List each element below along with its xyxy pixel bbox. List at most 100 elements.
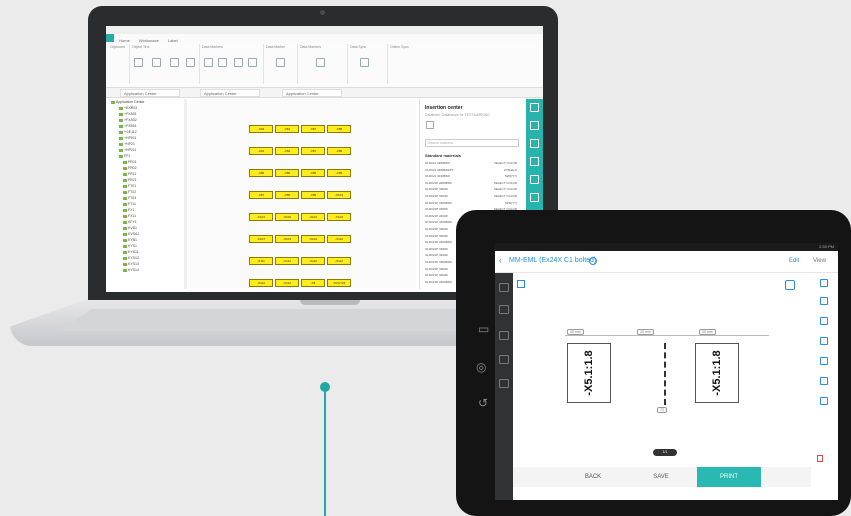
ribbon-tool-icon[interactable] xyxy=(170,58,179,67)
marker-label[interactable]: -X102 xyxy=(301,213,325,221)
marker-label[interactable]: -X112 xyxy=(301,257,325,265)
folder-icon xyxy=(123,190,127,194)
terminal-label[interactable]: -X5.1:1.8 xyxy=(695,343,739,403)
action-icon[interactable] xyxy=(820,279,828,287)
action-icon[interactable] xyxy=(820,357,828,365)
folder-icon xyxy=(123,250,127,254)
marker-label[interactable]: -X102 xyxy=(301,235,325,243)
ribbon-tool-icon[interactable] xyxy=(218,58,227,67)
marker-label[interactable]: -X81 xyxy=(275,125,299,133)
share-icon[interactable] xyxy=(785,280,795,290)
ribbon-group: Data Markers xyxy=(200,44,264,84)
marker-label[interactable]: -X112 xyxy=(275,279,299,287)
material-row[interactable]: OLR021 3490BSD SZI0(YT) xyxy=(425,174,519,180)
marker-label[interactable]: -X8 xyxy=(301,279,325,287)
marker-label[interactable]: -X112 xyxy=(327,257,351,265)
edit-mode-button[interactable]: Edit xyxy=(789,258,799,264)
marker-label[interactable]: -X101 xyxy=(327,191,351,199)
tool-icon[interactable] xyxy=(530,121,539,130)
material-row[interactable]: OLR021P 3480BSD SELECT COLOR xyxy=(425,181,519,187)
database-icon[interactable] xyxy=(426,121,434,129)
ribbon-group: Data Markers xyxy=(298,44,348,84)
ribbon-tool-icon[interactable] xyxy=(360,58,369,67)
ribbon-tool-icon[interactable] xyxy=(234,58,243,67)
marker-label[interactable]: -X112 xyxy=(275,257,299,265)
tree-item[interactable]: KYS14 xyxy=(110,267,186,273)
rail-tool-icon[interactable] xyxy=(499,305,509,314)
info-icon[interactable]: i xyxy=(589,257,597,265)
tool-icon[interactable] xyxy=(530,103,539,112)
action-icon[interactable] xyxy=(820,297,828,305)
window-titlebar xyxy=(106,26,543,34)
action-icon[interactable] xyxy=(820,317,828,325)
folder-icon xyxy=(123,172,127,176)
tablet-recent-icon[interactable]: ▭ xyxy=(478,322,489,336)
marker-label[interactable]: -X85 xyxy=(275,191,299,199)
marker-label[interactable]: -XOUT23 xyxy=(327,279,351,287)
marker-label[interactable]: -X100 xyxy=(275,213,299,221)
terminal-label[interactable]: -X5.1:1.8 xyxy=(567,343,611,403)
action-icon[interactable] xyxy=(820,337,828,345)
marker-label[interactable]: -X85 xyxy=(327,169,351,177)
folder-icon xyxy=(123,262,127,266)
ribbon-tool-icon[interactable] xyxy=(134,58,143,67)
material-row[interactable]: OLR021P 3480DSELECT COLOR xyxy=(425,187,519,193)
rail-tool-icon[interactable] xyxy=(499,379,509,388)
insertion-search-input[interactable]: Search markers xyxy=(425,139,519,147)
marker-label[interactable]: -X86 xyxy=(249,169,273,177)
material-row[interactable]: OLR021 3480BSDPT ZX5H0(1) xyxy=(425,168,519,174)
material-row[interactable]: OLR021P 3480BSD SZI0(YT) xyxy=(425,201,519,207)
rail-tool-icon[interactable] xyxy=(499,283,509,292)
tool-icon[interactable] xyxy=(530,157,539,166)
action-icon[interactable] xyxy=(820,397,828,405)
doc-tab[interactable]: Application Center xyxy=(200,89,260,97)
marker-label[interactable]: -X86 xyxy=(327,125,351,133)
back-arrow-icon[interactable]: ‹ xyxy=(499,256,502,265)
marker-label[interactable]: -X85 xyxy=(301,169,325,177)
tool-icon[interactable] xyxy=(530,193,539,202)
view-mode-button[interactable]: View xyxy=(813,258,826,264)
marker-label[interactable]: -X85 xyxy=(275,169,299,177)
marker-label[interactable]: -X82 xyxy=(275,147,299,155)
material-row[interactable]: OLR021 3480BSD SELECT COLOR xyxy=(425,161,519,167)
marker-label[interactable]: -X102 xyxy=(327,213,351,221)
trash-icon[interactable] xyxy=(817,455,823,462)
marker-label[interactable]: -X107 xyxy=(249,235,273,243)
back-button[interactable]: BACK xyxy=(561,467,625,487)
marker-label[interactable]: -X87 xyxy=(301,147,325,155)
marker-label[interactable]: -X91 xyxy=(249,147,273,155)
ribbon-tool-icon[interactable] xyxy=(152,58,161,67)
ribbon-tool-icon[interactable] xyxy=(316,58,325,67)
save-button[interactable]: SAVE xyxy=(629,467,693,487)
print-button[interactable]: PRINT xyxy=(697,467,761,487)
tablet-home-icon[interactable]: ◎ xyxy=(476,360,486,374)
marker-label[interactable]: -X110 xyxy=(327,235,351,243)
marker-label[interactable]: -X111 xyxy=(249,257,273,265)
splitter[interactable] xyxy=(184,99,187,289)
marker-label[interactable]: -X87 xyxy=(301,125,325,133)
ribbon-group: Data Marker xyxy=(264,44,298,84)
rail-tool-icon[interactable] xyxy=(499,331,509,340)
ribbon-tool-icon[interactable] xyxy=(276,58,285,67)
action-icon[interactable] xyxy=(820,377,828,385)
material-row[interactable]: OLR021P 3490DSELECT COLOR xyxy=(425,194,519,200)
marker-label[interactable]: -X86 xyxy=(327,147,351,155)
tablet-back-icon[interactable]: ↺ xyxy=(478,396,488,410)
tool-icon[interactable] xyxy=(530,139,539,148)
doc-tab[interactable]: Application Center xyxy=(120,89,180,97)
tool-icon[interactable] xyxy=(530,175,539,184)
marker-label[interactable]: -X85 xyxy=(301,191,325,199)
doc-tab[interactable]: Application Center xyxy=(282,89,342,97)
marker-label[interactable]: -X103 xyxy=(275,235,299,243)
ribbon-tool-icon[interactable] xyxy=(248,58,257,67)
marker-label[interactable]: -X112 xyxy=(249,279,273,287)
marker-label[interactable]: -X87 xyxy=(249,191,273,199)
rail-tool-icon[interactable] xyxy=(499,355,509,364)
marker-canvas: -X92 -X81 -X87 -X86-X91 -X82 -X87 -X86-X86 -X85… xyxy=(190,99,416,289)
ribbon-tool-icon[interactable] xyxy=(186,58,195,67)
ribbon-tool-icon[interactable] xyxy=(204,58,213,67)
marker-label[interactable]: -X101 xyxy=(249,213,273,221)
marker-label[interactable]: -X92 xyxy=(249,125,273,133)
connector-line xyxy=(324,391,326,516)
select-icon[interactable] xyxy=(517,280,525,288)
